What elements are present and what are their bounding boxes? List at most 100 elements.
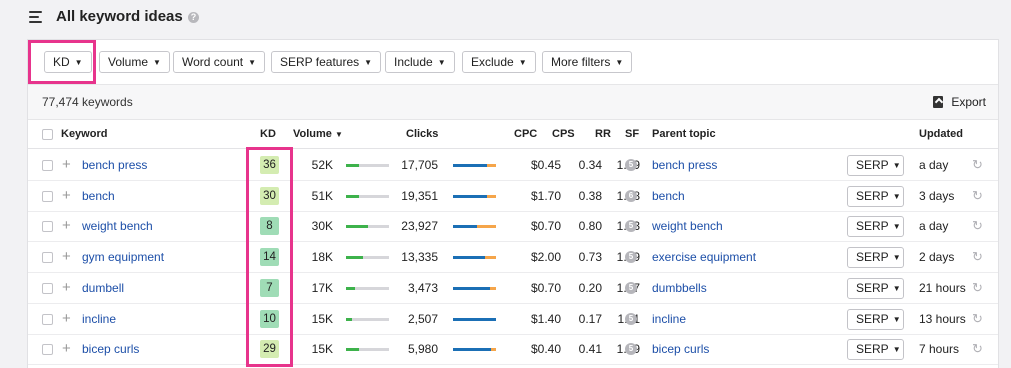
caret-down-icon: ▼ bbox=[892, 345, 901, 355]
serp-features-count[interactable]: 6 bbox=[625, 189, 637, 202]
add-to-list-icon[interactable]: + bbox=[62, 340, 71, 357]
add-to-list-icon[interactable]: + bbox=[62, 156, 71, 173]
clicks-bar-segment bbox=[486, 164, 496, 167]
col-sf[interactable]: SF bbox=[625, 128, 639, 140]
cpc-value: $0.45 bbox=[530, 158, 561, 172]
add-to-list-icon[interactable]: + bbox=[62, 310, 71, 327]
col-volume[interactable]: Volume ▼ bbox=[293, 128, 343, 140]
volume-trend-bar bbox=[346, 256, 389, 260]
caret-down-icon: ▼ bbox=[892, 314, 901, 324]
serp-button[interactable]: SERP ▼ bbox=[847, 339, 904, 361]
col-parent-topic[interactable]: Parent topic bbox=[652, 128, 716, 140]
parent-topic-link[interactable]: bicep curls bbox=[652, 342, 709, 356]
row-checkbox[interactable] bbox=[42, 282, 53, 294]
more-filters-button[interactable]: More filters ▼ bbox=[542, 51, 633, 73]
serp-button[interactable]: SERP ▼ bbox=[847, 216, 904, 238]
table-row: +bench3051K19,351$1.700.381.186benchSERP… bbox=[28, 181, 998, 212]
row-checkbox[interactable] bbox=[42, 221, 53, 233]
serp-button[interactable]: SERP ▼ bbox=[847, 277, 904, 299]
parent-topic-link[interactable]: exercise equipment bbox=[652, 250, 756, 264]
serp-features-filter-button[interactable]: SERP features ▼ bbox=[271, 51, 382, 73]
parent-topic-link[interactable]: incline bbox=[652, 312, 686, 326]
refresh-icon[interactable]: ↻ bbox=[972, 280, 983, 296]
refresh-icon[interactable]: ↻ bbox=[972, 341, 983, 357]
clicks-bar bbox=[453, 348, 496, 352]
row-checkbox[interactable] bbox=[42, 190, 53, 202]
table-header: Keyword KD Volume ▼ Clicks CPC CPS RR SF… bbox=[28, 121, 998, 149]
menu-icon[interactable] bbox=[29, 11, 42, 23]
more-filters-label: More filters bbox=[551, 55, 611, 69]
row-checkbox[interactable] bbox=[42, 313, 53, 325]
volume-value: 30K bbox=[311, 219, 333, 234]
word-count-filter-label: Word count bbox=[182, 55, 244, 69]
parent-topic-link[interactable]: bench bbox=[652, 189, 685, 203]
caret-down-icon: ▼ bbox=[892, 253, 901, 263]
parent-topic-link[interactable]: weight bench bbox=[652, 219, 723, 233]
keyword-link[interactable]: bench bbox=[82, 189, 115, 203]
cpc-value: $1.40 bbox=[530, 311, 561, 326]
cps-value: 0.20 bbox=[578, 280, 602, 295]
add-to-list-icon[interactable]: + bbox=[62, 187, 71, 204]
add-to-list-icon[interactable]: + bbox=[62, 217, 71, 234]
parent-topic-link[interactable]: bench press bbox=[652, 158, 717, 172]
serp-features-count[interactable]: 5 bbox=[625, 159, 637, 171]
keyword-link[interactable]: gym equipment bbox=[82, 250, 164, 264]
table-row: +dumbell717K3,473$0.700.201.075dumbbells… bbox=[28, 273, 998, 304]
word-count-filter-button[interactable]: Word count ▼ bbox=[173, 51, 266, 73]
keyword-link[interactable]: incline bbox=[82, 312, 116, 326]
col-rr[interactable]: RR bbox=[595, 128, 611, 140]
serp-button[interactable]: SERP ▼ bbox=[847, 308, 904, 330]
caret-down-icon: ▼ bbox=[153, 58, 161, 67]
clicks-value: 23,927 bbox=[401, 219, 438, 234]
serp-button[interactable]: SERP ▼ bbox=[847, 247, 904, 269]
refresh-icon[interactable]: ↻ bbox=[972, 249, 983, 265]
serp-features-count[interactable]: 5 bbox=[625, 281, 637, 294]
col-cps[interactable]: CPS bbox=[552, 128, 575, 140]
add-to-list-icon[interactable]: + bbox=[62, 279, 71, 296]
add-to-list-icon[interactable]: + bbox=[62, 248, 71, 265]
col-clicks[interactable]: Clicks bbox=[406, 128, 438, 140]
row-checkbox[interactable] bbox=[42, 344, 53, 356]
keyword-link[interactable]: bicep curls bbox=[82, 342, 139, 356]
include-filter-button[interactable]: Include ▼ bbox=[385, 51, 455, 73]
refresh-icon[interactable]: ↻ bbox=[972, 157, 983, 173]
cpc-value: $0.70 bbox=[530, 219, 561, 234]
row-checkbox[interactable] bbox=[42, 252, 53, 264]
serp-features-count[interactable]: 5 bbox=[625, 251, 637, 264]
export-button[interactable]: Export bbox=[933, 95, 986, 109]
clicks-bar-segment bbox=[485, 256, 496, 260]
volume-value: 15K bbox=[311, 311, 333, 326]
caret-down-icon: ▼ bbox=[892, 222, 901, 232]
question-circle-icon[interactable]: ? bbox=[188, 12, 199, 23]
serp-label: SERP bbox=[856, 311, 889, 326]
parent-topic-link[interactable]: dumbbells bbox=[652, 281, 707, 295]
keyword-link[interactable]: dumbell bbox=[82, 281, 124, 295]
cps-value: 0.80 bbox=[578, 219, 602, 234]
refresh-icon[interactable]: ↻ bbox=[972, 188, 983, 204]
col-cpc[interactable]: CPC bbox=[514, 128, 537, 140]
serp-label: SERP bbox=[856, 250, 889, 265]
serp-features-filter-label: SERP features bbox=[280, 55, 360, 69]
row-checkbox[interactable] bbox=[42, 160, 53, 171]
refresh-icon[interactable]: ↻ bbox=[972, 311, 983, 327]
caret-down-icon: ▼ bbox=[518, 58, 527, 67]
updated-time: a day bbox=[919, 219, 949, 234]
export-label: Export bbox=[951, 95, 986, 109]
col-updated[interactable]: Updated bbox=[919, 128, 963, 140]
col-keyword[interactable]: Keyword bbox=[61, 128, 107, 140]
keyword-link[interactable]: weight bench bbox=[82, 219, 153, 233]
serp-button[interactable]: SERP ▼ bbox=[847, 185, 904, 207]
serp-features-count[interactable]: 5 bbox=[625, 312, 637, 325]
clicks-value: 19,351 bbox=[401, 188, 438, 203]
exclude-filter-button[interactable]: Exclude ▼ bbox=[462, 51, 536, 73]
keyword-link[interactable]: bench press bbox=[82, 158, 147, 172]
refresh-icon[interactable]: ↻ bbox=[972, 218, 983, 234]
cpc-value: $1.70 bbox=[530, 188, 561, 203]
select-all-checkbox[interactable] bbox=[42, 129, 53, 140]
serp-button[interactable]: SERP ▼ bbox=[847, 155, 904, 176]
clicks-bar bbox=[453, 256, 496, 260]
volume-value: 18K bbox=[311, 250, 333, 265]
col-kd[interactable]: KD bbox=[260, 128, 276, 140]
clicks-value: 5,980 bbox=[407, 342, 438, 357]
volume-filter-button[interactable]: Volume ▼ bbox=[99, 51, 170, 73]
